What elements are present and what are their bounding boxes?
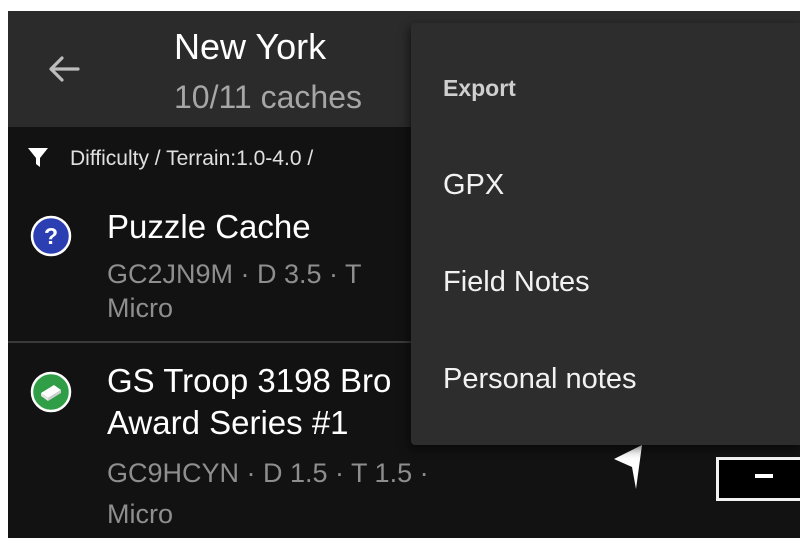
menu-item-gpx[interactable]: GPX — [411, 139, 800, 235]
menu-item-label: GPX — [443, 169, 505, 201]
page-title: New York — [174, 26, 327, 67]
svg-text:?: ? — [44, 223, 58, 249]
cache-meta: GC2JN9M · D 3.5 · T — [107, 259, 362, 289]
cache-name-line-2: Award Series #1 — [107, 404, 349, 441]
cache-meta: GC9HCYN · D 1.5 · T 1.5 · — [107, 458, 429, 488]
cache-count: 10/11 caches — [174, 79, 362, 115]
filter-icon — [28, 148, 48, 167]
cache-size: Micro — [107, 293, 173, 323]
menu-item-field-notes[interactable]: Field Notes — [411, 236, 800, 332]
distance-badge — [716, 457, 800, 501]
filter-summary: Difficulty / Terrain:1.0-4.0 / — [70, 147, 314, 170]
menu-item-personal-notes[interactable]: Personal notes — [411, 333, 800, 429]
menu-item-label: Personal notes — [443, 363, 637, 395]
cache-name: Puzzle Cache — [107, 208, 311, 245]
back-arrow-icon[interactable] — [44, 49, 84, 89]
cache-name: GS Troop 3198 Bro — [107, 362, 392, 399]
app-screen: New York 10/11 caches Difficulty / Terra… — [8, 11, 800, 538]
direction-arrow-icon — [614, 445, 642, 489]
traditional-cache-icon — [30, 371, 72, 413]
menu-header: Export — [443, 75, 516, 101]
cache-size: Micro — [107, 499, 173, 529]
puzzle-cache-icon: ? — [30, 215, 72, 257]
export-menu: Export GPX Field Notes Personal notes — [411, 23, 800, 445]
menu-item-label: Field Notes — [443, 266, 590, 298]
